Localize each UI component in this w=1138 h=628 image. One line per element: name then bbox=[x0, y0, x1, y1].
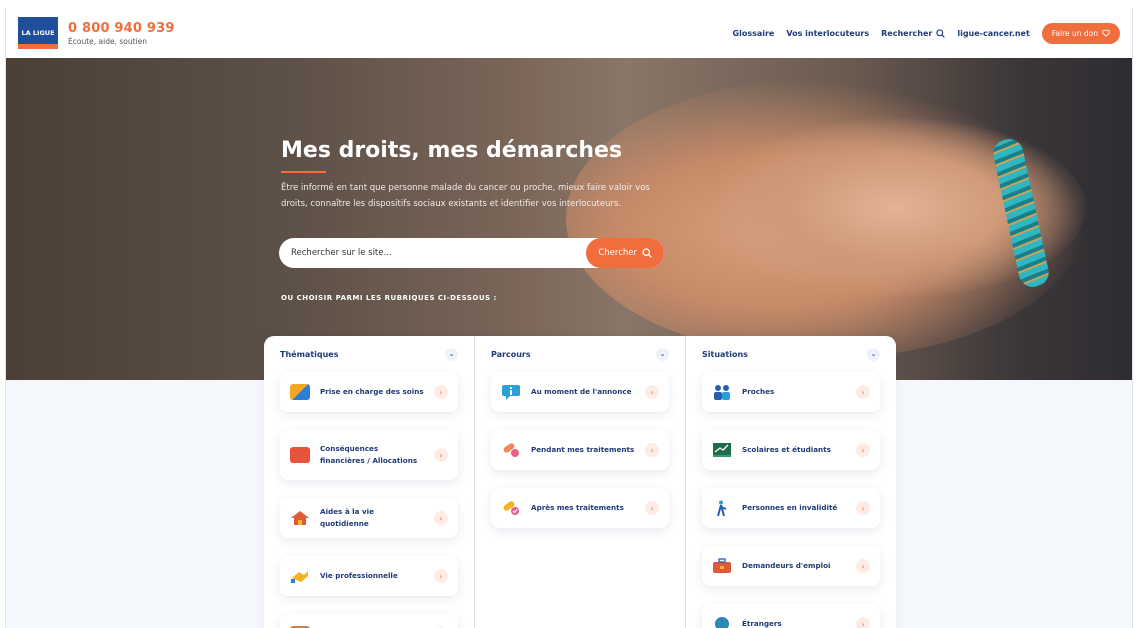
search-button-label: Chercher bbox=[598, 248, 637, 258]
chevron-right-icon: › bbox=[856, 501, 870, 515]
search-icon bbox=[642, 248, 652, 258]
chevron-right-icon: › bbox=[434, 448, 448, 462]
nav-rechercher-label: Rechercher bbox=[881, 28, 933, 38]
pills-done-icon bbox=[503, 501, 519, 515]
column-title: Thématiques bbox=[280, 349, 339, 359]
column-title: Situations bbox=[702, 349, 748, 359]
nav-rechercher[interactable]: Rechercher bbox=[881, 28, 946, 38]
logo[interactable]: LA LIGUE bbox=[18, 17, 58, 49]
column-thematiques: Thématiques ⌄ Prise en charge des soins … bbox=[264, 336, 475, 628]
logo-bar bbox=[18, 44, 58, 49]
card-label: Prise en charge des soins bbox=[320, 387, 424, 396]
nav-interlocuteurs[interactable]: Vos interlocuteurs bbox=[786, 29, 869, 38]
column-header[interactable]: Situations ⌄ bbox=[694, 346, 888, 362]
chevron-right-icon: › bbox=[856, 385, 870, 399]
column-parcours: Parcours ⌄ Au moment de l'annonce › Pend… bbox=[475, 336, 686, 628]
donate-button[interactable]: Faire un don bbox=[1041, 22, 1120, 44]
nav-glossaire[interactable]: Glossaire bbox=[733, 29, 775, 38]
hero-section: Mes droits, mes démarches Être informé e… bbox=[6, 58, 1132, 380]
chevron-down-icon[interactable]: ⌄ bbox=[656, 347, 669, 361]
chevron-right-icon: › bbox=[645, 501, 659, 515]
card-pendant-traitements[interactable]: Pendant mes traitements › bbox=[491, 430, 669, 470]
category-panel: Thématiques ⌄ Prise en charge des soins … bbox=[264, 336, 896, 628]
search-input[interactable] bbox=[291, 248, 587, 258]
card-label: Aides à la vie quotidienne bbox=[320, 507, 375, 528]
card-etrangers[interactable]: Étrangers › bbox=[702, 604, 880, 628]
card-scolaires[interactable]: Scolaires et étudiants › bbox=[702, 430, 880, 470]
choose-label: OU CHOISIR PARMI LES RUBRIQUES CI-DESSOU… bbox=[281, 294, 497, 302]
column-header[interactable]: Parcours ⌄ bbox=[483, 346, 677, 362]
search-bar: Chercher bbox=[279, 238, 664, 268]
card-icon bbox=[290, 384, 310, 400]
chevron-right-icon: › bbox=[434, 385, 448, 399]
chevron-right-icon: › bbox=[856, 443, 870, 457]
card-label: Conséquences financières / Allocations bbox=[320, 444, 418, 465]
card-label: Scolaires et étudiants bbox=[742, 445, 831, 454]
page-frame: LA LIGUE 0 800 940 939 Écoute, aide, sou… bbox=[5, 8, 1133, 628]
globe-icon bbox=[715, 617, 729, 628]
house-icon bbox=[291, 511, 309, 525]
card-apres-traitements[interactable]: Après mes traitements › bbox=[491, 488, 669, 528]
card-proches[interactable]: Proches › bbox=[702, 372, 880, 412]
chevron-down-icon[interactable]: ⌄ bbox=[445, 347, 458, 361]
heart-icon bbox=[1102, 29, 1110, 37]
phone-number[interactable]: 0 800 940 939 bbox=[68, 21, 175, 36]
wallet-icon bbox=[290, 447, 310, 463]
card-consequences-financieres[interactable]: Conséquences financières / Allocations › bbox=[280, 430, 458, 480]
card-label: Personnes en invalidité bbox=[742, 503, 838, 512]
main-nav: Glossaire Vos interlocuteurs Rechercher … bbox=[733, 22, 1120, 44]
walker-icon bbox=[717, 500, 727, 516]
hero-description: Être informé en tant que personne malade… bbox=[281, 183, 650, 209]
column-header[interactable]: Thématiques ⌄ bbox=[272, 346, 466, 362]
card-label: Après mes traitements bbox=[531, 503, 624, 512]
page-title: Mes droits, mes démarches bbox=[281, 138, 623, 163]
column-situations: Situations ⌄ Proches › Scolaires et étud… bbox=[686, 336, 896, 628]
people-icon bbox=[714, 385, 730, 400]
card-prise-en-charge[interactable]: Prise en charge des soins › bbox=[280, 372, 458, 412]
card-vie-professionnelle[interactable]: Vie professionnelle › bbox=[280, 556, 458, 596]
card-label: Au moment de l'annonce bbox=[531, 387, 632, 396]
search-icon bbox=[936, 28, 946, 38]
chevron-right-icon: › bbox=[645, 385, 659, 399]
chevron-right-icon: › bbox=[645, 443, 659, 457]
search-button[interactable]: Chercher bbox=[586, 238, 664, 268]
card-label: Pendant mes traitements bbox=[531, 445, 635, 454]
chevron-right-icon: › bbox=[856, 559, 870, 573]
donate-label: Faire un don bbox=[1051, 28, 1098, 38]
tagline: Écoute, aide, soutien bbox=[68, 36, 147, 46]
board-icon bbox=[713, 443, 731, 457]
card-partial[interactable]: › bbox=[280, 614, 458, 628]
card-label: Proches bbox=[742, 387, 775, 396]
card-aides-vie[interactable]: Aides à la vie quotidienne › bbox=[280, 498, 458, 538]
card-demandeurs-emploi[interactable]: Demandeurs d'emploi › bbox=[702, 546, 880, 586]
handshake-icon bbox=[291, 571, 308, 583]
card-label: Vie professionnelle bbox=[320, 571, 398, 580]
title-underline bbox=[281, 171, 326, 173]
chevron-right-icon: › bbox=[856, 617, 870, 628]
card-label: Étrangers bbox=[742, 619, 782, 628]
pills-icon bbox=[503, 443, 519, 457]
site-header: LA LIGUE 0 800 940 939 Écoute, aide, sou… bbox=[6, 8, 1132, 58]
chevron-right-icon: › bbox=[434, 511, 448, 525]
card-label: Demandeurs d'emploi bbox=[742, 561, 831, 570]
logo-text: LA LIGUE bbox=[21, 29, 55, 37]
briefcase-icon bbox=[713, 558, 731, 573]
column-title: Parcours bbox=[491, 349, 531, 359]
chevron-right-icon: › bbox=[434, 569, 448, 583]
card-invalidite[interactable]: Personnes en invalidité › bbox=[702, 488, 880, 528]
nav-ligue-cancer[interactable]: ligue-cancer.net bbox=[957, 29, 1029, 38]
phone-block: 0 800 940 939 Écoute, aide, soutien bbox=[68, 21, 175, 46]
info-bubble-icon bbox=[502, 385, 520, 400]
chevron-down-icon[interactable]: ⌄ bbox=[867, 347, 880, 361]
card-annonce[interactable]: Au moment de l'annonce › bbox=[491, 372, 669, 412]
